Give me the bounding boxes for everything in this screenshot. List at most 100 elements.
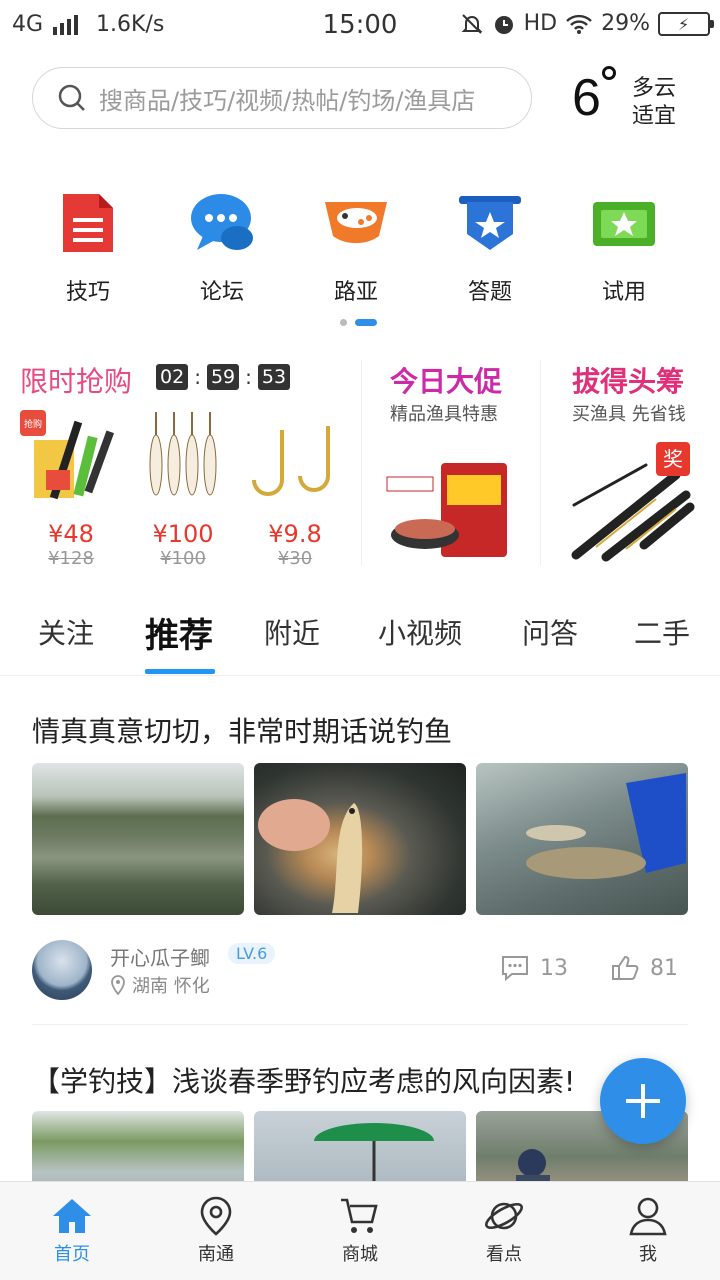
- quick-item-quiz[interactable]: 答题: [430, 188, 550, 306]
- lure-fish-icon: [325, 202, 387, 244]
- temperature: 6: [572, 69, 601, 127]
- flash-badge: 抢购: [20, 410, 46, 436]
- comment-count[interactable]: 13: [500, 954, 568, 982]
- star-ticket-icon: [593, 202, 655, 246]
- tab-short-video[interactable]: 小视频: [378, 612, 462, 652]
- promo-subtitle: 买渔具 先省钱: [572, 404, 686, 425]
- post-image-fish-in-hand[interactable]: [254, 763, 466, 915]
- nav-label: 首页: [54, 1244, 90, 1265]
- battery-percent: 29%: [601, 11, 650, 36]
- svg-text:抢购: 抢购: [24, 418, 42, 430]
- alarm-icon: [494, 15, 513, 34]
- level-badge: LV.6: [228, 943, 276, 964]
- product-price: ¥48: [48, 520, 94, 548]
- bait-bag-image: [386, 463, 507, 557]
- timer-hours: 02: [156, 364, 189, 390]
- tab-recommend[interactable]: 推荐: [145, 608, 213, 657]
- search-input[interactable]: 搜商品/技巧/视频/热帖/钓场/渔具店: [32, 67, 532, 129]
- search-icon: [58, 84, 85, 111]
- tab-nearby[interactable]: 附近: [264, 612, 320, 652]
- divider: [361, 360, 362, 565]
- nav-discover[interactable]: 看点: [454, 1196, 554, 1266]
- battery-icon: ⚡: [658, 11, 714, 36]
- quick-label: 技巧: [65, 280, 110, 305]
- chat-bubble-icon: [191, 194, 253, 250]
- product-floats[interactable]: ¥100 ¥100: [128, 410, 238, 569]
- home-icon: [53, 1199, 91, 1233]
- weather-advice: 适宜: [632, 104, 677, 129]
- location-pin-icon: [111, 975, 125, 995]
- planet-icon: [485, 1202, 523, 1230]
- post-title[interactable]: 情真真意切切，非常时期话说钓鱼: [32, 710, 452, 750]
- quick-label: 路亚: [333, 280, 378, 305]
- add-post-button[interactable]: [600, 1058, 686, 1144]
- divider: [32, 1024, 688, 1025]
- thumbs-up-icon: [612, 955, 639, 980]
- product-original-price: ¥30: [277, 548, 313, 569]
- avatar[interactable]: [32, 940, 92, 1000]
- product-original-price: ¥100: [160, 548, 206, 569]
- tab-secondhand[interactable]: 二手: [634, 612, 690, 652]
- mute-icon: [461, 13, 483, 34]
- cart-icon: [341, 1198, 378, 1233]
- quick-item-trial[interactable]: 试用: [564, 188, 684, 306]
- like-number: 81: [650, 955, 678, 981]
- post-image-catch-water[interactable]: [476, 763, 688, 915]
- quick-label: 试用: [601, 280, 646, 305]
- quick-item-lure[interactable]: 路亚: [296, 188, 416, 306]
- nav-label: 商城: [342, 1244, 378, 1265]
- nav-mall[interactable]: 商城: [310, 1196, 410, 1266]
- promo-strip: 限时抢购 02 : 59 : 53 抢购 ¥48 ¥128 ¥100 ¥100 …: [0, 350, 720, 580]
- promo-subtitle: 精品渔具特惠: [390, 404, 498, 425]
- promo-title: 今日大促: [390, 365, 503, 398]
- user-icon: [629, 1197, 667, 1236]
- quick-item-forum[interactable]: 论坛: [162, 188, 282, 306]
- quick-label: 论坛: [199, 280, 244, 305]
- timer-seconds: 53: [257, 364, 291, 390]
- location-text: 湖南 怀化: [132, 976, 210, 997]
- quick-item-tips[interactable]: 技巧: [28, 188, 148, 306]
- like-count[interactable]: 81: [610, 954, 678, 982]
- product-image: 抢购: [16, 410, 126, 510]
- product-image: [128, 410, 238, 510]
- feed-tabs: 关注 推荐 附近 小视频 问答 二手: [0, 598, 720, 676]
- status-bar: 4G 1.6K/s 15:00 HD 29% ⚡: [0, 0, 720, 52]
- divider: [540, 360, 541, 565]
- quick-label: 答题: [467, 280, 512, 305]
- search-placeholder: 搜商品/技巧/视频/热帖/钓场/渔具店: [99, 86, 476, 115]
- bottom-nav: 首页 南通 商城 看点 我: [0, 1181, 720, 1280]
- nav-profile[interactable]: 我: [598, 1196, 698, 1266]
- product-price: ¥9.8: [268, 520, 322, 548]
- timer-sep: :: [245, 365, 252, 389]
- location-pin-icon: [200, 1196, 232, 1236]
- degree-icon: [602, 66, 616, 80]
- post-title[interactable]: 【学钓技】浅谈春季野钓应考虑的风向因素!: [32, 1060, 575, 1100]
- nav-home[interactable]: 首页: [22, 1196, 122, 1266]
- nav-label: 南通: [198, 1244, 234, 1265]
- tab-follow[interactable]: 关注: [38, 612, 94, 652]
- tab-indicator: [145, 669, 215, 674]
- quick-menu: 技巧 论坛 路亚 答题 试用: [0, 188, 720, 318]
- product-original-price: ¥128: [48, 548, 94, 569]
- document-icon: [63, 194, 113, 252]
- author-name[interactable]: 开心瓜子鲫: [110, 942, 210, 971]
- nav-city[interactable]: 南通: [166, 1196, 266, 1266]
- page-indicator: [340, 319, 377, 326]
- product-fishing-set[interactable]: 抢购 ¥48 ¥128: [16, 410, 126, 569]
- hd-indicator: HD: [523, 11, 558, 36]
- nav-label: 看点: [486, 1244, 522, 1265]
- prize-badge: 奖: [656, 442, 690, 476]
- wifi-icon: [566, 14, 592, 34]
- product-price: ¥100: [152, 520, 214, 548]
- comment-icon: [502, 956, 528, 982]
- comment-number: 13: [540, 955, 568, 981]
- post-image-lake[interactable]: [32, 763, 244, 915]
- nav-label: 我: [639, 1244, 657, 1265]
- promo-title: 拔得头筹: [572, 365, 685, 398]
- timer-minutes: 59: [206, 364, 240, 390]
- tab-qa[interactable]: 问答: [522, 612, 578, 652]
- flash-sale-title[interactable]: 限时抢购: [20, 360, 132, 400]
- countdown-timer: 02 : 59 : 53: [156, 364, 291, 390]
- product-hooks[interactable]: ¥9.8 ¥30: [240, 410, 350, 569]
- post-author-meta: 开心瓜子鲫 LV.6 湖南 怀化 13 81: [32, 940, 692, 1000]
